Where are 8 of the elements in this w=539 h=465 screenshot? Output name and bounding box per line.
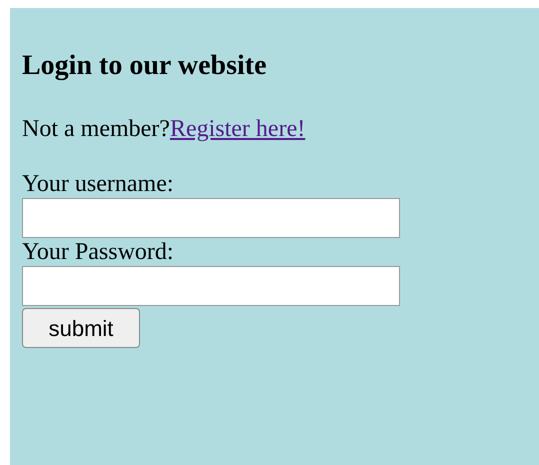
- input-field[interactable]: [22, 198, 400, 238]
- page-heading: Login to our website: [22, 49, 268, 83]
- input-field[interactable]: [22, 266, 400, 306]
- field-label: Your username:: [22, 170, 174, 198]
- member-prompt: Not a member?: [22, 115, 170, 144]
- submit-button[interactable]: submit: [22, 308, 140, 348]
- field-label: Your Password:: [22, 238, 174, 266]
- register-link[interactable]: Register here!: [170, 114, 306, 144]
